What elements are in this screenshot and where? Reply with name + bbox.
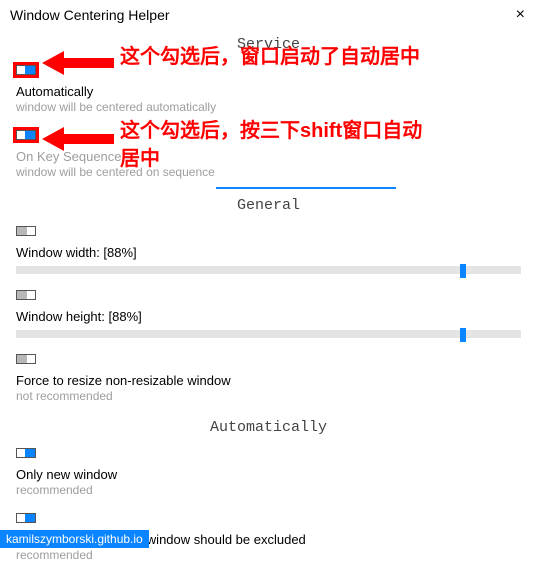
height-label: Window height: [88%] xyxy=(16,309,521,324)
onkey-title: On Key Sequence xyxy=(16,149,521,164)
width-slider[interactable] xyxy=(16,266,521,274)
row-force: Force to resize non-resizable window not… xyxy=(16,348,521,413)
help-sub: recommended xyxy=(16,548,521,562)
row-height: Window height: [88%] xyxy=(16,284,521,348)
row-width: Window width: [88%] xyxy=(16,220,521,284)
toggle-force[interactable] xyxy=(16,354,36,364)
toggle-onlynew[interactable] xyxy=(16,448,36,458)
section-service: Service xyxy=(16,30,521,59)
force-sub: not recommended xyxy=(16,389,521,403)
footer-link[interactable]: kamilszymborski.github.io xyxy=(0,530,149,548)
automatically-sub: window will be centered automatically xyxy=(16,100,521,114)
height-slider[interactable] xyxy=(16,330,521,338)
onlynew-title: Only new window xyxy=(16,467,521,482)
automatically-title: Automatically xyxy=(16,84,521,99)
toggle-width[interactable] xyxy=(16,226,36,236)
row-onlynew: Only new window recommended xyxy=(16,442,521,507)
section-automatically: Automatically xyxy=(16,413,521,442)
height-slider-thumb[interactable] xyxy=(460,328,466,342)
onlynew-sub: recommended xyxy=(16,483,521,497)
row-automatically: Automatically window will be centered au… xyxy=(16,59,521,124)
window-title: Window Centering Helper xyxy=(10,7,170,23)
onkey-sub: window will be centered on sequence xyxy=(16,165,521,179)
toggle-help[interactable] xyxy=(16,513,36,523)
force-title: Force to resize non-resizable window xyxy=(16,373,521,388)
width-label: Window width: [88%] xyxy=(16,245,521,260)
toggle-height[interactable] xyxy=(16,290,36,300)
toggle-automatically[interactable] xyxy=(16,65,36,75)
row-onkey: On Key Sequence window will be centered … xyxy=(16,124,521,189)
toggle-onkey[interactable] xyxy=(16,130,36,140)
section-general: General xyxy=(16,191,521,220)
width-slider-thumb[interactable] xyxy=(460,264,466,278)
close-icon[interactable]: × xyxy=(516,6,525,24)
